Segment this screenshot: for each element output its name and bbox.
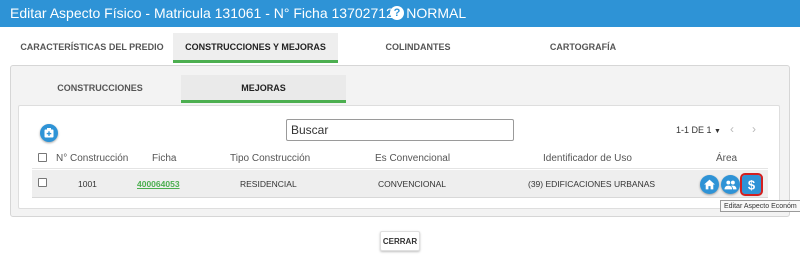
header-identificador-de-uso: Identificador de Uso: [543, 153, 632, 164]
tab-caracteristicas-del-predio[interactable]: CARACTERÍSTICAS DEL PREDIO: [18, 33, 166, 63]
chevron-right-icon[interactable]: ›: [752, 122, 756, 136]
cell-convencional: CONVENCIONAL: [378, 179, 447, 189]
chevron-left-icon[interactable]: ‹: [730, 122, 734, 136]
header-area: Área: [716, 153, 738, 164]
close-button[interactable]: CERRAR: [380, 231, 420, 251]
tab-construcciones-y-mejoras[interactable]: CONSTRUCCIONES Y MEJORAS: [173, 33, 338, 63]
tooltip: Editar Aspecto Económ: [720, 200, 800, 212]
ficha-link[interactable]: 400064053: [137, 179, 180, 189]
edit-economic-button[interactable]: $: [740, 173, 763, 196]
header-tipo-construccion: Tipo Construcción: [230, 153, 311, 164]
add-box-icon: [44, 128, 54, 138]
tab-construcciones[interactable]: CONSTRUCCIONES: [29, 75, 171, 103]
add-button[interactable]: [40, 124, 58, 142]
row-checkbox[interactable]: [38, 178, 47, 187]
select-all-checkbox[interactable]: [38, 153, 47, 162]
header-numero-construccion: N° Construcción: [56, 153, 129, 164]
pagination-label: 1-1 DE 1: [676, 125, 712, 135]
people-button[interactable]: [721, 175, 740, 194]
home-button[interactable]: [700, 175, 719, 194]
tab-cartografia[interactable]: CARTOGRAFÍA: [523, 33, 643, 63]
tab-colindantes[interactable]: COLINDANTES: [358, 33, 478, 63]
header-ficha: Ficha: [152, 153, 177, 164]
dialog-title-bar: Editar Aspecto Físico - Matricula 131061…: [0, 0, 800, 27]
header-es-convencional: Es Convencional: [375, 153, 451, 164]
dollar-icon: $: [748, 178, 756, 191]
caret-down-icon: ▼: [714, 128, 721, 135]
svg-text:$: $: [748, 178, 756, 191]
pagination-select[interactable]: 1-1 DE 1 ▼: [676, 125, 721, 135]
main-tabs: CARACTERÍSTICAS DEL PREDIO CONSTRUCCIONE…: [8, 33, 792, 63]
table-row: 1001 400064053 RESIDENCIAL CONVENCIONAL …: [32, 170, 768, 198]
cell-uso: (39) EDIFICACIONES URBANAS: [528, 179, 656, 189]
search-input[interactable]: [286, 119, 514, 141]
sub-tabs: CONSTRUCCIONES MEJORAS: [19, 75, 779, 103]
table-header: N° Construcción Ficha Tipo Construcción …: [32, 149, 768, 169]
cell-tipo: RESIDENCIAL: [240, 179, 297, 189]
question-circle-icon[interactable]: ?: [390, 6, 404, 20]
people-icon: [724, 180, 737, 190]
home-icon: [704, 179, 715, 190]
cell-numero: 1001: [78, 179, 97, 189]
tab-mejoras[interactable]: MEJORAS: [181, 75, 346, 103]
